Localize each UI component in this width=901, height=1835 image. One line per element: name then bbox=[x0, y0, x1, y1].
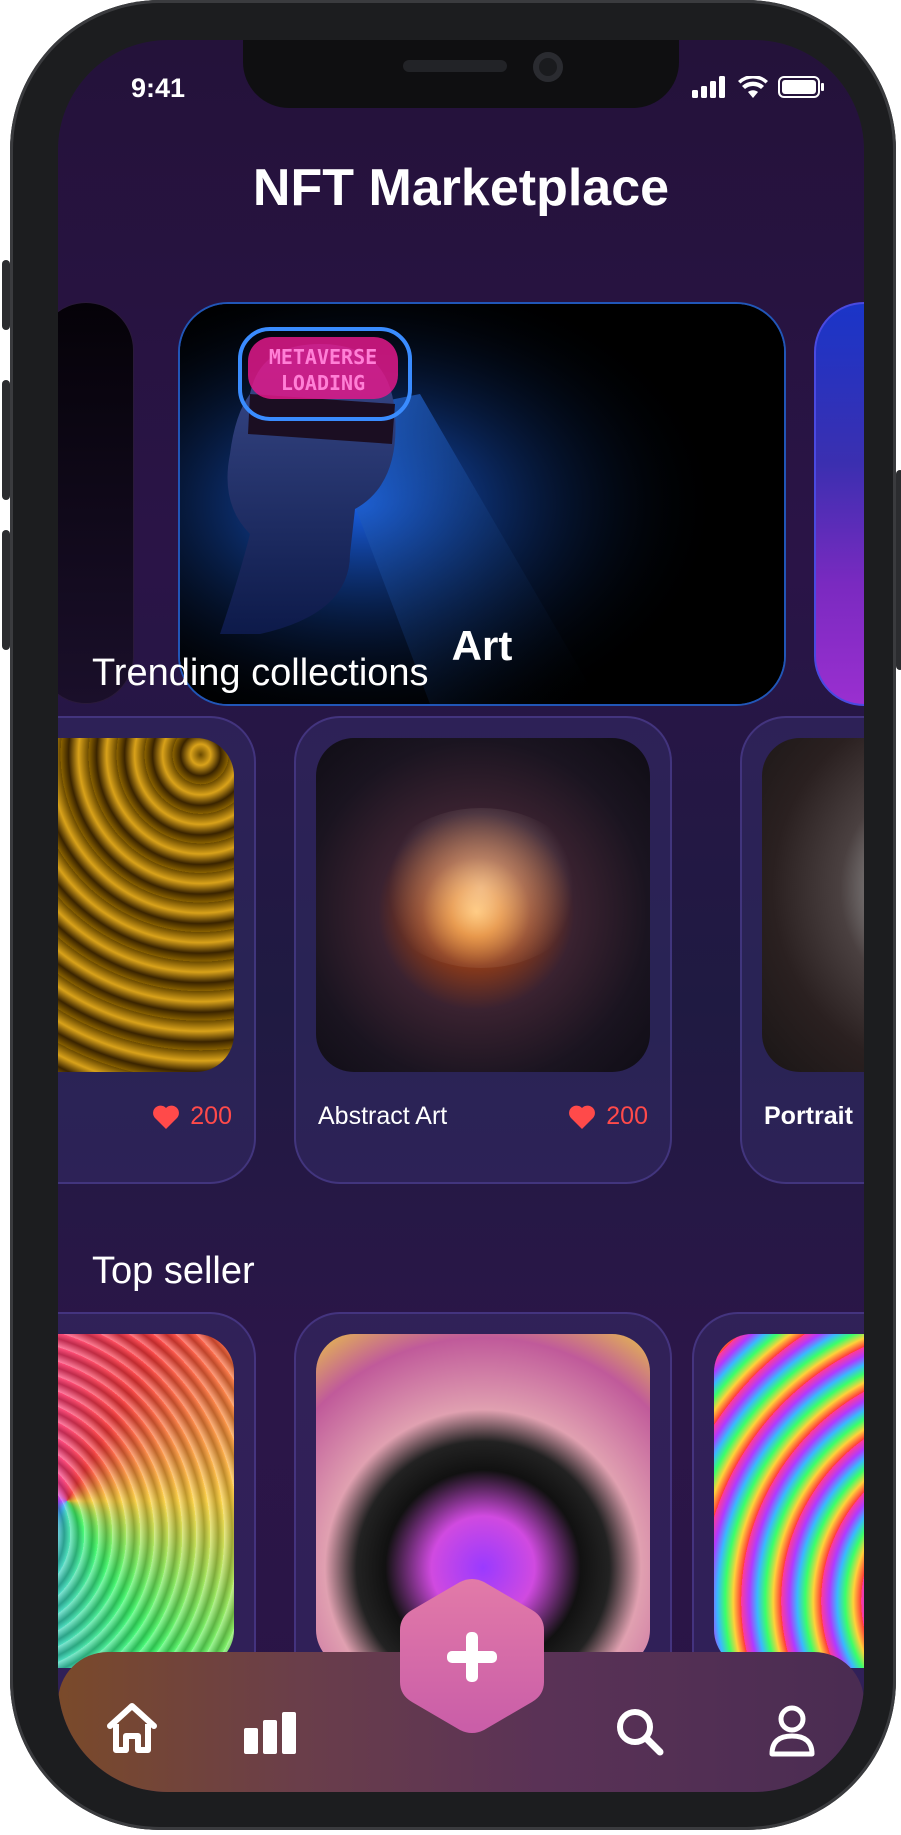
profile-icon[interactable] bbox=[768, 1704, 816, 1758]
trending-title: Trending collections bbox=[92, 652, 429, 694]
phone-frame: 9:41 NFT Marketplace METAVERSE LOADING A… bbox=[2, 0, 901, 1830]
power-button bbox=[896, 470, 901, 670]
volume-up-button bbox=[2, 380, 10, 500]
add-button[interactable] bbox=[400, 1576, 544, 1736]
search-icon[interactable] bbox=[614, 1706, 666, 1758]
card-title: Portrait bbox=[764, 1102, 853, 1130]
card-image bbox=[58, 1334, 234, 1668]
card-title: Abstract Art bbox=[318, 1102, 448, 1130]
trending-card-1[interactable]: 200 bbox=[58, 716, 256, 1184]
home-icon[interactable] bbox=[102, 1700, 162, 1756]
screen: 9:41 NFT Marketplace METAVERSE LOADING A… bbox=[58, 40, 864, 1792]
hero-card-prev[interactable] bbox=[58, 302, 134, 704]
trending-card-3[interactable]: Portrait bbox=[740, 716, 864, 1184]
trending-card-2[interactable]: Abstract Art 200 bbox=[294, 716, 672, 1184]
front-camera bbox=[533, 52, 563, 82]
volume-down-button bbox=[2, 530, 10, 650]
likes-value: 200 bbox=[606, 1102, 648, 1130]
heart-icon bbox=[569, 1105, 596, 1129]
card-image bbox=[58, 738, 234, 1072]
page-title: NFT Marketplace bbox=[252, 159, 670, 217]
likes-count: 200 bbox=[152, 1102, 232, 1131]
likes-count: 200 bbox=[568, 1102, 648, 1131]
mute-switch bbox=[2, 260, 10, 330]
hero-banner-line1: METAVERSE bbox=[269, 345, 377, 369]
hero-card-art[interactable]: METAVERSE LOADING Art bbox=[178, 302, 786, 706]
hero-card-next[interactable] bbox=[814, 302, 864, 706]
status-time: 9:41 bbox=[131, 73, 186, 103]
card-image bbox=[316, 738, 650, 1072]
top-seller-title: Top seller bbox=[92, 1250, 255, 1292]
hero-banner-line2: LOADING bbox=[281, 371, 365, 395]
status-icons bbox=[692, 76, 824, 98]
battery-icon bbox=[778, 76, 824, 98]
card-image bbox=[714, 1334, 864, 1668]
card-image bbox=[762, 738, 864, 1072]
likes-value: 200 bbox=[190, 1102, 232, 1130]
speaker bbox=[403, 60, 507, 72]
notch bbox=[243, 40, 679, 108]
wifi-icon bbox=[738, 76, 768, 98]
bar-chart-icon[interactable] bbox=[242, 1712, 298, 1754]
cellular-signal-icon bbox=[692, 76, 725, 98]
heart-icon bbox=[153, 1105, 180, 1129]
